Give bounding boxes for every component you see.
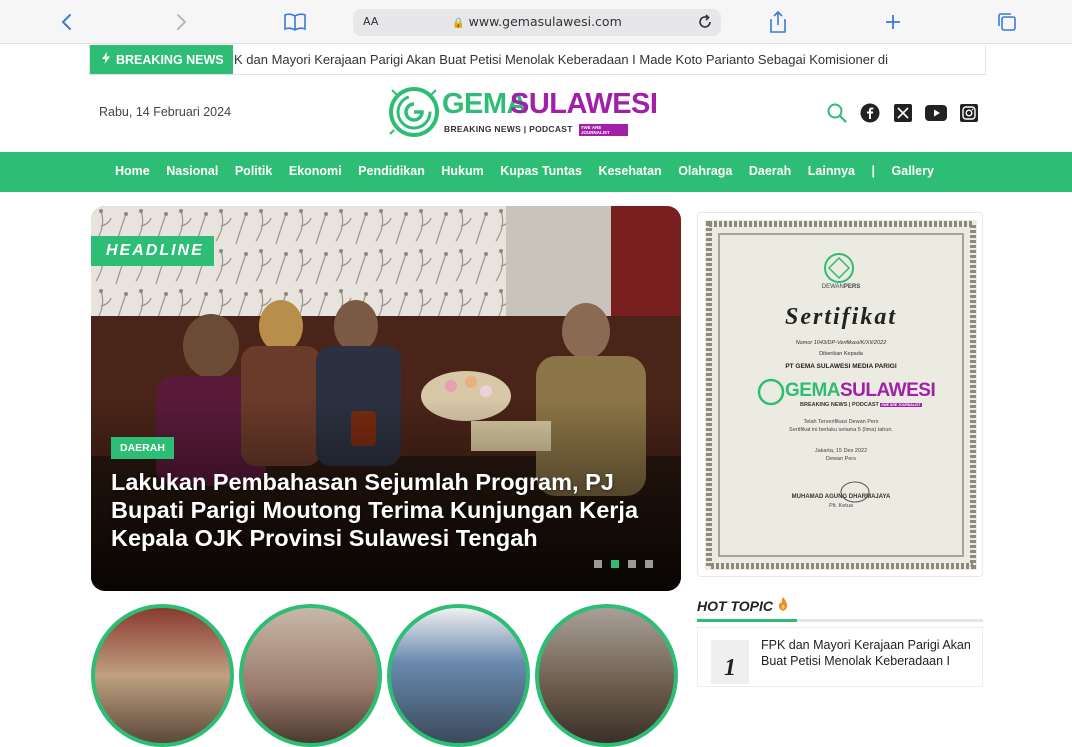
certificate-valid: Sertifikat ini berlaku selama 5 (lima) t… [789, 427, 893, 433]
nav-pendidikan[interactable]: Pendidikan [358, 164, 425, 178]
slider-dot[interactable] [628, 560, 636, 568]
reload-icon[interactable] [695, 12, 715, 32]
nav-kupas-tuntas[interactable]: Kupas Tuntas [500, 164, 582, 178]
tabs-icon[interactable] [994, 9, 1020, 35]
current-date: Rabu, 14 Februari 2024 [99, 105, 232, 119]
nav-politik[interactable]: Politik [235, 164, 273, 178]
hot-topic-section: HOT TOPIC 1 FPK dan Mayori Kerajaan Pari… [697, 597, 983, 687]
back-icon[interactable] [54, 9, 80, 35]
url-label: www.gemasulawesi.com [468, 14, 622, 29]
certificate-given-to: Diberikan Kepada [819, 351, 863, 357]
logo-tagline: BREAKING NEWS | PODCAST [444, 124, 573, 134]
hot-topic-text[interactable]: FPK dan Mayori Kerajaan Parigi Akan Buat… [761, 637, 976, 669]
nav-gallery[interactable]: Gallery [892, 164, 934, 178]
story-thumbnail[interactable] [535, 604, 678, 747]
nav-nasional[interactable]: Nasional [166, 164, 218, 178]
org-prefix: DEWAN [821, 284, 844, 290]
breaking-news-label: BREAKING NEWS [116, 52, 224, 67]
nav-home[interactable]: Home [115, 164, 150, 178]
story-circles [91, 604, 678, 747]
certificate-logo-tagline: BREAKING NEWS | PODCAST #WE ARE JOURNALI… [800, 402, 922, 408]
cert-logo-sulawesi: SULAWESI [840, 380, 936, 401]
browser-toolbar: AA 🔒 www.gemasulawesi.com [0, 0, 1072, 44]
url-text: 🔒 www.gemasulawesi.com [353, 14, 721, 29]
lock-icon: 🔒 [452, 18, 465, 29]
address-bar[interactable]: AA 🔒 www.gemasulawesi.com [353, 9, 721, 36]
x-twitter-icon[interactable] [892, 102, 914, 124]
instagram-icon[interactable] [958, 102, 980, 124]
certificate-number: Nomor 1043/DP-Verifikasi/K/XII/2022 [795, 340, 887, 346]
slider-dot[interactable] [594, 560, 602, 568]
site-logo[interactable]: GEMA SULAWESI BREAKING NEWS | PODCAST #W… [388, 86, 658, 140]
story-thumbnail[interactable] [91, 604, 234, 747]
cert-logo-tagline: BREAKING NEWS | PODCAST [800, 402, 879, 408]
fire-icon [777, 597, 789, 614]
certificate-company: PT GEMA SULAWESI MEDIA PARIGI [785, 363, 897, 370]
share-icon[interactable] [765, 9, 791, 35]
dewan-pers-label: DEWANPERS [705, 284, 977, 290]
youtube-icon[interactable] [925, 102, 947, 124]
category-badge[interactable]: DAERAH [111, 437, 174, 459]
cert-logo-tag2: #WE ARE JOURNALIST [880, 403, 922, 407]
certificate-signer-role: Plt. Ketua [829, 503, 853, 509]
story-thumbnail[interactable] [387, 604, 530, 747]
social-links [826, 102, 980, 124]
bookmarks-icon[interactable] [282, 9, 308, 35]
nav-lainnya[interactable]: Lainnya [808, 164, 855, 178]
breaking-news-ticker: BREAKING NEWS K dan Mayori Kerajaan Pari… [89, 45, 986, 75]
hot-topic-heading: HOT TOPIC [697, 597, 983, 619]
hot-topic-item[interactable]: 1 FPK dan Mayori Kerajaan Parigi Akan Bu… [697, 627, 983, 687]
headline-slider[interactable]: HEADLINE DAERAH Lakukan Pembahasan Sejum… [91, 206, 681, 591]
logo-word-sulawesi: SULAWESI [510, 88, 658, 120]
nav-olahraga[interactable]: Olahraga [678, 164, 732, 178]
story-thumbnail[interactable] [239, 604, 382, 747]
search-icon[interactable] [826, 102, 848, 124]
nav-divider: | [871, 164, 876, 178]
facebook-icon[interactable] [859, 102, 881, 124]
hot-topic-rank: 1 [711, 640, 749, 684]
cert-logo-gema: GEMA [785, 380, 841, 401]
certificate-title: Sertifikat [784, 304, 897, 330]
logo-tag2: #WE ARE JOURNALIST [579, 124, 628, 136]
org-suffix: PERS [843, 284, 861, 290]
slider-dot[interactable] [645, 560, 653, 568]
headline-badge: HEADLINE [91, 236, 214, 266]
bolt-icon [102, 52, 110, 67]
hot-topic-underline [697, 619, 983, 622]
hot-topic-title: HOT TOPIC [697, 597, 773, 614]
nav-kesehatan[interactable]: Kesehatan [598, 164, 661, 178]
certificate-place-date: Jakarta, 15 Des 2022 [814, 448, 868, 454]
certificate-logo: GEMASULAWESI [785, 380, 936, 402]
main-nav: Home Nasional Politik Ekonomi Pendidikan… [0, 152, 1072, 192]
ticker-headline[interactable]: K dan Mayori Kerajaan Parigi Akan Buat P… [234, 52, 888, 67]
nav-hukum[interactable]: Hukum [441, 164, 483, 178]
forward-icon[interactable] [168, 9, 194, 35]
press-certificate[interactable]: DEWANPERS Sertifikat Nomor 1043/DP-Verif… [697, 212, 983, 577]
slider-dots [594, 560, 653, 568]
nav-ekonomi[interactable]: Ekonomi [289, 164, 342, 178]
nav-daerah[interactable]: Daerah [749, 164, 791, 178]
certificate-verified: Telah Terverifikasi Dewan Pers [803, 419, 879, 425]
certificate-signer: MUHAMAD AGUNG DHARMAJAYA [791, 494, 891, 500]
certificate-image: DEWANPERS Sertifikat Nomor 1043/DP-Verif… [705, 220, 977, 570]
certificate-issuer: Dewan Pers [826, 456, 856, 462]
slider-dot-active[interactable] [611, 560, 619, 568]
headline-title[interactable]: Lakukan Pembahasan Sejumlah Program, PJ … [111, 468, 666, 552]
new-tab-icon[interactable] [880, 9, 906, 35]
breaking-news-badge: BREAKING NEWS [90, 45, 233, 74]
